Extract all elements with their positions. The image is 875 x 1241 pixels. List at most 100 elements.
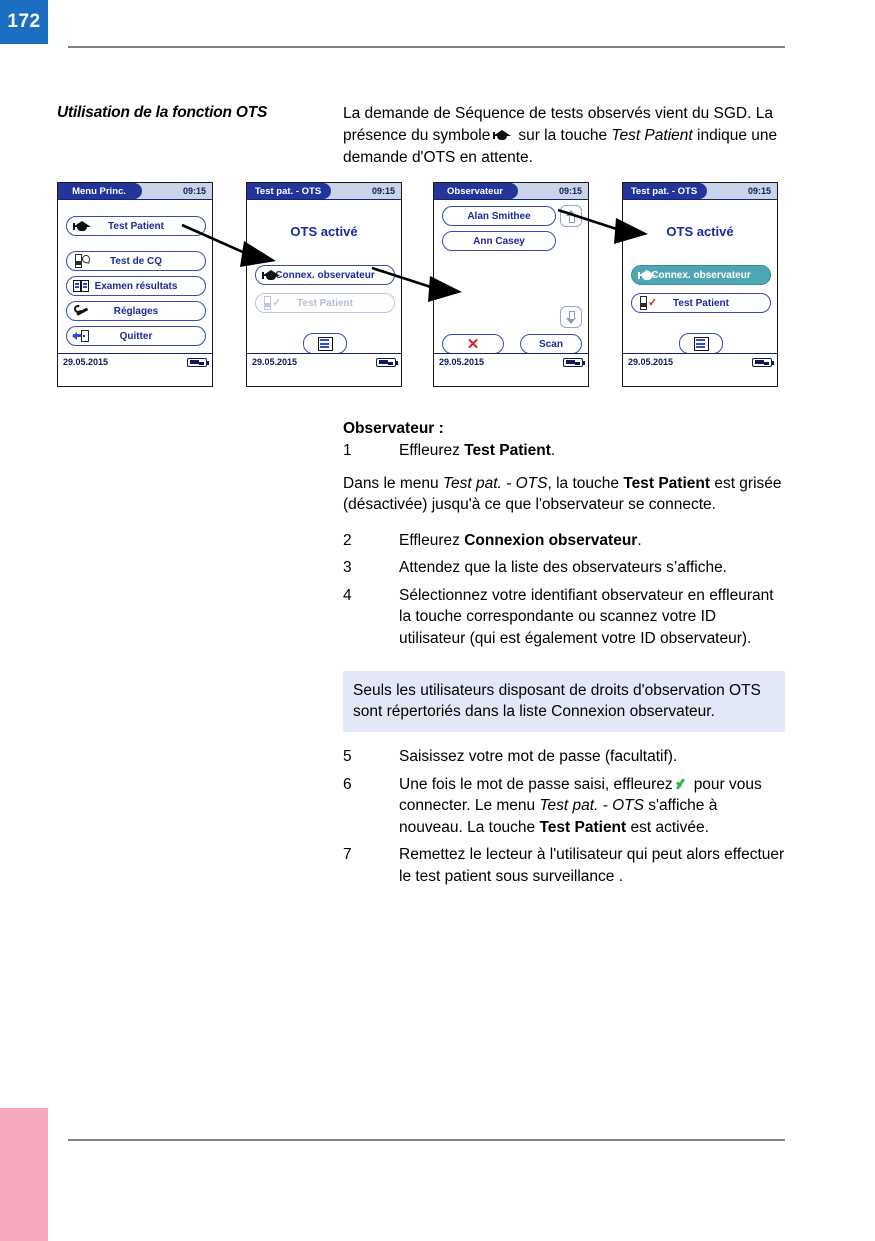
step-6: 6 Une fois le mot de passe saisi, effleu…	[343, 774, 785, 839]
info-note-text: Seuls les utilisateurs disposant de droi…	[353, 682, 761, 720]
button-label: Réglages	[113, 305, 159, 317]
screen-time: 09:15	[747, 186, 771, 196]
para-mid: , la touche	[547, 474, 624, 492]
para-pre: Dans le menu	[343, 474, 443, 492]
button-list[interactable]	[679, 333, 723, 354]
battery-icon	[563, 357, 585, 367]
button-list[interactable]	[303, 333, 347, 354]
step-number: 6	[343, 775, 352, 793]
arrow-down-icon	[565, 310, 577, 324]
step-text-bold: Test Patient	[539, 818, 627, 836]
screen-title: Menu Princ.	[58, 183, 142, 199]
screen-titlebar: Test pat. - OTS 09:15	[623, 183, 777, 200]
page-bottom-color-tab	[0, 1108, 48, 1241]
screen-title: Observateur	[434, 183, 518, 199]
step-1: 1 Effleurez Test Patient.	[343, 440, 785, 462]
footer-divider	[68, 1139, 785, 1141]
screen-date: 29.05.2015	[628, 357, 674, 367]
device-screen-menu-principal: Menu Princ. 09:15 Test Patient Test de C…	[57, 182, 213, 387]
list-icon	[693, 336, 709, 351]
step-4: 4 Sélectionnez votre identifiant observa…	[343, 585, 785, 650]
device-screens-figure: Menu Princ. 09:15 Test Patient Test de C…	[0, 0, 875, 400]
screen-titlebar: Observateur 09:15	[434, 183, 588, 200]
graduation-cap-icon	[73, 218, 91, 234]
screen-statusbar: 29.05.2015	[623, 353, 777, 370]
step-text-post: .	[550, 442, 556, 459]
step-text: Remettez le lecteur à l'utilisateur qui …	[399, 846, 785, 885]
cancel-button[interactable]: ✕	[442, 334, 504, 354]
note-paragraph-1: Dans le menu Test pat. - OTS, la touche …	[343, 473, 785, 516]
test-strip-pipette-icon	[73, 253, 91, 269]
step-text-italic: Test pat. - OTS	[539, 797, 644, 814]
button-reglages[interactable]: Réglages	[66, 301, 206, 321]
step-7: 7 Remettez le lecteur à l'utilisateur qu…	[343, 844, 785, 887]
screen-title: Test pat. - OTS	[623, 183, 707, 199]
scan-button[interactable]: Scan	[520, 334, 582, 354]
step-number: 7	[343, 846, 352, 863]
red-x-icon: ✕	[466, 335, 480, 353]
results-book-icon	[73, 278, 91, 294]
step-text: Sélectionnez votre identifiant observate…	[399, 586, 774, 647]
test-strip-check-icon: ✓	[262, 295, 281, 311]
step-2: 2 Effleurez Connexion observateur.	[343, 530, 785, 552]
button-label: Test Patient	[108, 220, 164, 232]
step-number: 4	[343, 586, 352, 604]
step-text: Une fois le mot de passe saisi, effleure…	[399, 774, 785, 839]
observer-item-2[interactable]: Ann Casey	[442, 231, 556, 251]
button-quitter[interactable]: Quitter	[66, 326, 206, 346]
step-text-bold: Connexion observateur	[464, 531, 638, 549]
observer-item-1[interactable]: Alan Smithee	[442, 206, 556, 226]
connector-arrow-2	[370, 262, 480, 312]
step-text: Attendez que la liste des observateurs s…	[399, 559, 727, 576]
screen-time: 09:15	[182, 186, 206, 196]
list-icon	[317, 336, 333, 351]
button-label: Scan	[539, 338, 563, 350]
graduation-cap-icon	[638, 267, 656, 283]
step-text-post: .	[637, 531, 642, 549]
instructions-subheading: Observateur :	[343, 420, 444, 437]
screen-date: 29.05.2015	[439, 357, 485, 367]
screen-title: Test pat. - OTS	[247, 183, 331, 199]
step-3: 3 Attendez que la liste des observateurs…	[343, 557, 785, 579]
button-label: Quitter	[119, 330, 153, 342]
screen-date: 29.05.2015	[63, 357, 109, 367]
step-number: 5	[343, 748, 352, 765]
connector-arrow-1	[180, 215, 290, 275]
button-label: Test Patient	[297, 297, 353, 309]
screen-time: 09:15	[371, 186, 395, 196]
step-number: 3	[343, 559, 352, 576]
button-connexion-observateur-selected[interactable]: Connex. observateur	[631, 265, 771, 285]
wrench-icon	[72, 303, 91, 319]
button-label: Examen résultats	[94, 280, 178, 292]
screen-titlebar: Test pat. - OTS 09:15	[247, 183, 401, 200]
step-text-bold: Test Patient	[464, 442, 551, 459]
observer-label: Alan Smithee	[467, 210, 531, 222]
scroll-down-button[interactable]	[560, 306, 582, 328]
step-5: 5 Saisissez votre mot de passe (facultat…	[343, 746, 785, 768]
button-examen-resultats[interactable]: Examen résultats	[66, 276, 206, 296]
battery-icon	[752, 357, 774, 367]
step-number: 1	[343, 442, 352, 459]
step-number: 2	[343, 531, 352, 549]
para-italic: Test pat. - OTS	[442, 474, 548, 492]
screen-titlebar: Menu Princ. 09:15	[58, 183, 212, 200]
battery-icon	[376, 357, 398, 367]
screen-date: 29.05.2015	[252, 357, 298, 367]
connector-arrow-3	[556, 200, 666, 250]
button-label: Connex. observateur	[651, 269, 751, 281]
button-label: Connex. observateur	[275, 269, 375, 281]
step-text: Saisissez votre mot de passe (facultatif…	[399, 748, 678, 765]
button-test-patient-enabled[interactable]: ✓ Test Patient	[631, 293, 771, 313]
battery-icon	[187, 357, 209, 367]
step-text-post: est activée.	[626, 818, 709, 836]
screen-statusbar: 29.05.2015	[58, 353, 212, 370]
screen-statusbar: 29.05.2015	[247, 353, 401, 370]
step-text: Effleurez Test Patient.	[399, 440, 785, 462]
button-label: Test de CQ	[109, 255, 163, 267]
step-text-pre: Effleurez	[399, 531, 465, 549]
step-text-pre: Une fois le mot de passe saisi, effleure…	[399, 775, 673, 793]
observer-label: Ann Casey	[473, 235, 525, 247]
step-text-pre: Effleurez	[399, 442, 465, 459]
para-bold: Test Patient	[623, 474, 711, 492]
screen-statusbar: 29.05.2015	[434, 353, 588, 370]
